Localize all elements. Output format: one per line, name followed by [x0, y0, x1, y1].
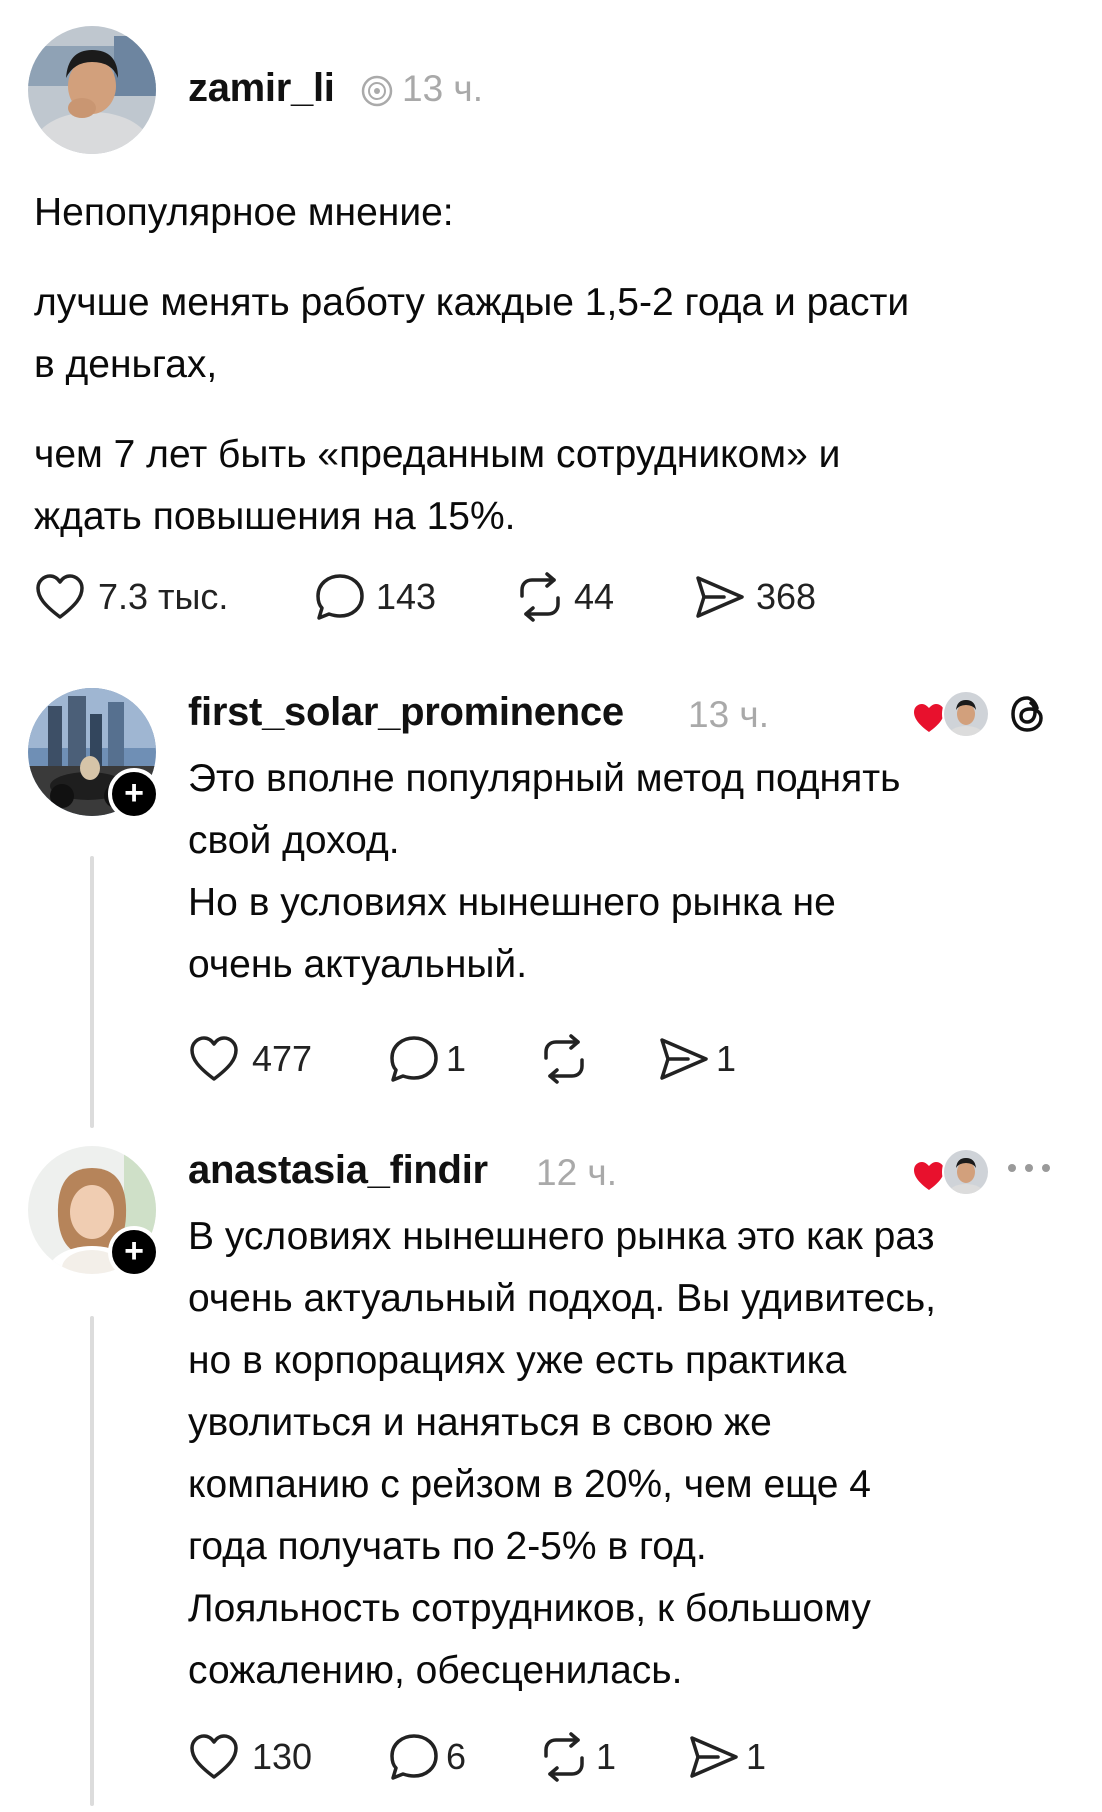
- share-button[interactable]: 1: [688, 1732, 766, 1782]
- avatar[interactable]: [28, 26, 156, 154]
- post-line: лучше менять работу каждые 1,5-2 года и …: [34, 281, 910, 324]
- thread-line: [90, 1316, 94, 1806]
- repost-arrows-icon: [544, 1034, 584, 1084]
- share-count: 368: [756, 576, 817, 617]
- repost-count: 1: [596, 1736, 617, 1777]
- repost-count: 44: [574, 576, 615, 617]
- post-username[interactable]: zamir_li: [188, 66, 335, 111]
- heart-outline-icon: [190, 1036, 238, 1081]
- reply-line: Но в условиях нынешнего рынка не: [188, 881, 836, 924]
- repost-button[interactable]: [538, 1034, 658, 1084]
- reply-line: свой доход.: [188, 819, 400, 862]
- avatar[interactable]: +: [28, 688, 160, 820]
- comment-button[interactable]: 6: [388, 1732, 538, 1782]
- red-heart-icon: [914, 1162, 944, 1190]
- reply-time: 13 ч.: [688, 694, 769, 735]
- follow-plus-button[interactable]: +: [108, 768, 160, 820]
- send-paper-plane-icon: [696, 576, 744, 618]
- post-text: Непопулярное мнение: лучше менять работу…: [34, 182, 1074, 548]
- comment-count: 1: [446, 1038, 467, 1079]
- reply-text: В условиях нынешнего рынка это как раз о…: [188, 1206, 1088, 1702]
- send-paper-plane-icon: [660, 1038, 708, 1080]
- reply-time: 12 ч.: [536, 1152, 617, 1193]
- reply-line: года получать по 2-5% в год.: [188, 1525, 707, 1568]
- speech-bubble-icon: [390, 1734, 438, 1780]
- comment-count: 6: [446, 1736, 467, 1777]
- speech-bubble-icon: [316, 574, 364, 620]
- repost-arrows-icon: [544, 1732, 584, 1782]
- post-time: 13 ч.: [402, 68, 483, 109]
- post-title-line: Непопулярное мнение:: [34, 191, 454, 234]
- post-actions: 7.3 тыс. 143 44 368: [34, 572, 816, 622]
- thread-line: [90, 856, 94, 1128]
- avatar[interactable]: +: [28, 1146, 160, 1278]
- reply-actions: 130 6 1 1: [188, 1732, 766, 1782]
- repost-arrows-icon: [520, 572, 560, 622]
- share-button[interactable]: 368: [694, 572, 816, 622]
- heart-outline-icon: [190, 1734, 238, 1779]
- verified-icon: [360, 74, 394, 113]
- like-count: 477: [252, 1038, 313, 1079]
- comment-count: 143: [376, 576, 437, 617]
- share-count: 1: [746, 1736, 767, 1777]
- reply-line: но в корпорациях уже есть практика: [188, 1339, 847, 1382]
- thread-page: zamir_li 13 ч. Непопулярное мнение: лучш…: [0, 0, 1102, 1812]
- reply-line: Это вполне популярный метод поднять: [188, 757, 901, 800]
- post-line: ждать повышения на 15%.: [34, 495, 516, 538]
- more-dots-icon[interactable]: [1004, 1158, 1054, 1183]
- like-button[interactable]: 7.3 тыс.: [34, 573, 314, 621]
- follow-plus-button[interactable]: +: [108, 1226, 160, 1278]
- threads-logo-icon[interactable]: [1006, 692, 1050, 741]
- repost-button[interactable]: 44: [514, 572, 694, 622]
- like-button[interactable]: 477: [188, 1035, 388, 1083]
- reply-line: очень актуальный подход. Вы удивитесь,: [188, 1277, 936, 1320]
- like-button[interactable]: 130: [188, 1733, 388, 1781]
- comment-button[interactable]: 143: [314, 572, 514, 622]
- reply-line: сожалению, обесценилась.: [188, 1649, 683, 1692]
- reply-line: В условиях нынешнего рынка это как раз: [188, 1215, 935, 1258]
- reply-line: компанию с рейзом в 20%, чем еще 4: [188, 1463, 871, 1506]
- share-button[interactable]: 1: [658, 1034, 736, 1084]
- liked-by-author: [912, 1148, 992, 1196]
- reply-username[interactable]: anastasia_findir: [188, 1148, 488, 1193]
- post-line: чем 7 лет быть «преданным сотрудником» и: [34, 433, 841, 476]
- speech-bubble-icon: [390, 1036, 438, 1082]
- like-count: 130: [252, 1736, 313, 1777]
- reply-line: очень актуальный.: [188, 943, 528, 986]
- liked-by-author: [912, 690, 992, 738]
- like-count: 7.3 тыс.: [98, 576, 229, 617]
- post-line: в деньгах,: [34, 343, 218, 386]
- heart-outline-icon: [36, 574, 84, 619]
- author-mini-avatar: [942, 1148, 990, 1196]
- author-mini-avatar: [942, 690, 990, 738]
- send-paper-plane-icon: [690, 1736, 738, 1778]
- repost-button[interactable]: 1: [538, 1732, 688, 1782]
- comment-button[interactable]: 1: [388, 1034, 538, 1084]
- share-count: 1: [716, 1038, 737, 1079]
- reply-username[interactable]: first_solar_prominence: [188, 690, 624, 735]
- red-heart-icon: [914, 704, 944, 732]
- reply-actions: 477 1 1: [188, 1034, 736, 1084]
- reply-line: уволиться и наняться в свою же: [188, 1401, 772, 1444]
- reply-line: Лояльность сотрудников, к большому: [188, 1587, 871, 1630]
- reply-text: Это вполне популярный метод поднять свой…: [188, 748, 1068, 996]
